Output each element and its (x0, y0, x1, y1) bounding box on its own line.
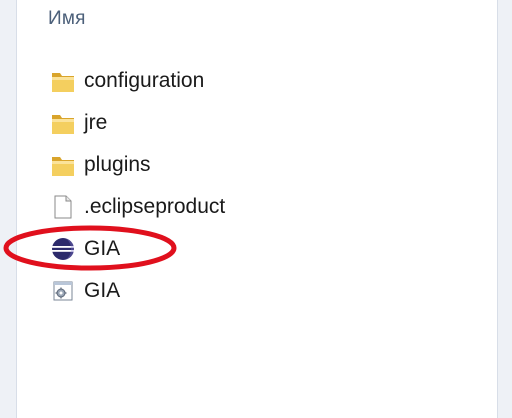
config-settings-icon (48, 276, 78, 306)
file-row-configuration[interactable]: configuration (48, 60, 225, 102)
file-name: jre (84, 111, 108, 134)
file-row-gia-executable[interactable]: GIA (48, 228, 225, 270)
file-row-plugins[interactable]: plugins (48, 144, 225, 186)
file-name: GIA (84, 237, 121, 260)
file-name: plugins (84, 153, 151, 176)
folder-icon (48, 150, 78, 180)
file-name: GIA (84, 279, 121, 302)
pane-right-edge (497, 0, 512, 418)
file-row-gia-config[interactable]: GIA (48, 270, 225, 312)
file-explorer-view: Имя configuration jre plugins .eclipsepr… (0, 0, 512, 418)
folder-icon (48, 108, 78, 138)
pane-left-edge (0, 0, 17, 418)
eclipse-app-icon (48, 234, 78, 264)
file-name: .eclipseproduct (84, 195, 226, 218)
file-list: configuration jre plugins .eclipseproduc… (48, 60, 225, 312)
folder-icon (48, 66, 78, 96)
file-name: configuration (84, 69, 205, 92)
file-row-eclipseproduct[interactable]: .eclipseproduct (48, 186, 225, 228)
file-row-jre[interactable]: jre (48, 102, 225, 144)
document-icon (48, 192, 78, 222)
name-column-header[interactable]: Имя (48, 8, 86, 30)
